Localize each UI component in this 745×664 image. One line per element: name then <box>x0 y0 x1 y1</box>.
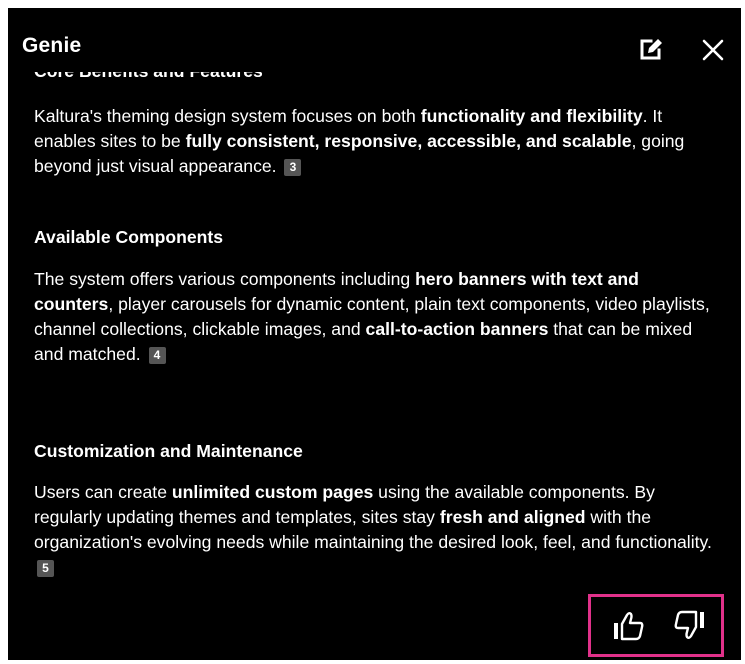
bold-text: unlimited custom pages <box>171 482 374 502</box>
text-run: Kaltura's theming design system focuses … <box>34 106 421 126</box>
thumbs-down-icon <box>674 610 704 639</box>
bold-text: fresh and aligned <box>439 507 586 527</box>
edit-button[interactable] <box>639 36 665 62</box>
close-icon <box>702 39 724 61</box>
thumbs-down-button[interactable] <box>673 610 705 640</box>
text-run: Users can create <box>34 482 172 502</box>
bold-text: call-to-action banners <box>365 319 549 339</box>
section-heading-available-components: Available Components <box>34 227 224 247</box>
feedback-highlight <box>588 594 724 657</box>
thumbs-up-button[interactable] <box>613 611 645 641</box>
section-heading-customization: Customization and Maintenance <box>34 441 303 461</box>
citation-badge-3[interactable]: 3 <box>284 159 302 176</box>
thumbs-up-icon <box>614 612 644 641</box>
bold-text: functionality and flexibility <box>420 106 643 126</box>
paragraph-customization: Users can create unlimited custom pages … <box>34 480 714 580</box>
paragraph-available-components: The system offers various components inc… <box>34 267 714 367</box>
section-heading-core-benefits: Core Benefits and Features <box>34 72 263 84</box>
response-content: Core Benefits and Features Kaltura's the… <box>34 72 714 592</box>
panel-title: Genie <box>22 34 82 57</box>
paragraph-core-benefits: Kaltura's theming design system focuses … <box>34 104 714 179</box>
citation-badge-4[interactable]: 4 <box>148 347 166 364</box>
citation-badge-5[interactable]: 5 <box>37 560 54 577</box>
edit-pencil-icon <box>640 39 662 60</box>
bold-text: fully consistent, responsive, accessible… <box>185 131 632 151</box>
close-button[interactable] <box>700 37 726 63</box>
text-run: The system offers various components inc… <box>34 269 416 289</box>
genie-panel: Genie Core Benefits and Features Kaltura… <box>8 8 741 660</box>
